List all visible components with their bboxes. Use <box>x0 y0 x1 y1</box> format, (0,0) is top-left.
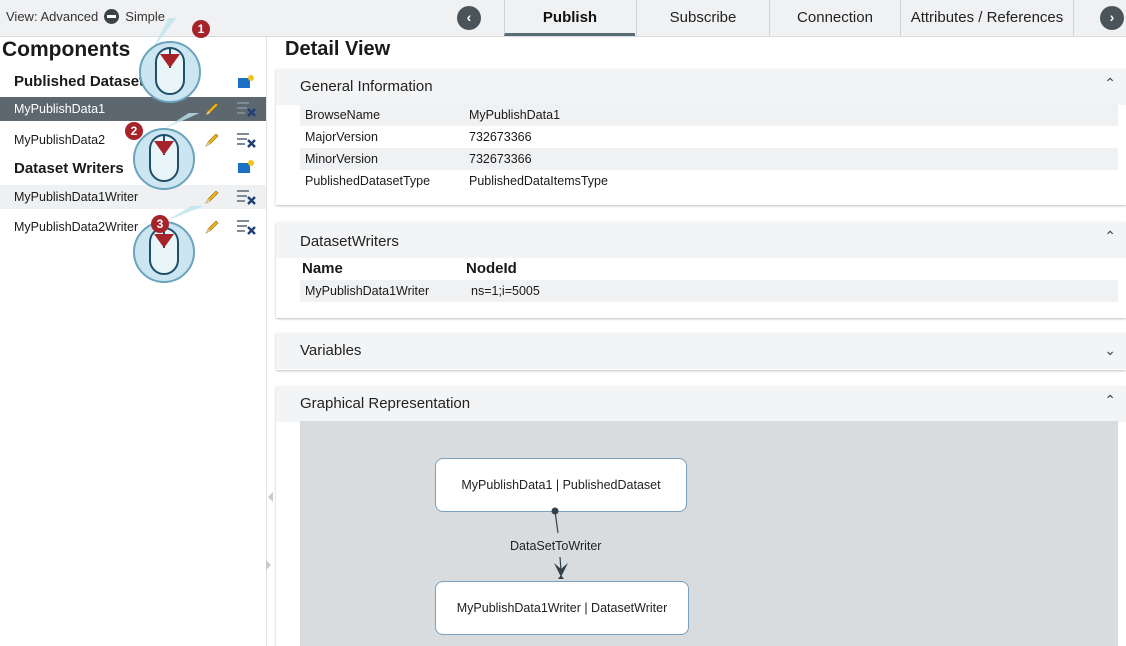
variables-header[interactable]: Variables ⌄ <box>276 333 1126 369</box>
graphical-representation-header[interactable]: Graphical Representation ⌃ <box>276 386 1126 422</box>
property-row: PublishedDatasetType PublishedDataItemsT… <box>300 170 1118 192</box>
tab-subscribe[interactable]: Subscribe <box>636 0 769 36</box>
writer-label: MyPublishData2Writer <box>14 220 139 234</box>
callout-number-badge: 2 <box>125 122 143 140</box>
property-key: MinorVersion <box>305 152 378 166</box>
tab-publish[interactable]: Publish <box>504 0 635 36</box>
chevron-up-icon[interactable]: ⌃ <box>1104 392 1116 409</box>
add-writer-icon[interactable] <box>238 160 254 174</box>
collapse-left-arrow-icon[interactable] <box>268 492 273 502</box>
column-header-name: Name <box>302 260 343 277</box>
components-title: Components <box>2 38 131 61</box>
section-title: General Information <box>300 78 433 95</box>
chevron-up-icon[interactable]: ⌃ <box>1104 228 1116 245</box>
expand-right-arrow-icon[interactable] <box>266 560 271 570</box>
dataset-writers-section: DatasetWriters ⌃ Name NodeId MyPublishDa… <box>276 222 1126 318</box>
callout-number-badge: 3 <box>151 215 169 233</box>
tabs-prev-button[interactable]: ‹ <box>457 6 481 30</box>
column-header-nodeid: NodeId <box>466 260 517 277</box>
section-title: Variables <box>300 342 362 359</box>
property-value: PublishedDataItemsType <box>469 174 608 188</box>
graph-node-dataset[interactable]: MyPublishData1 | PublishedDataset <box>435 458 687 512</box>
property-value: 732673366 <box>469 152 532 166</box>
dataset-writers-title: Dataset Writers <box>14 160 124 177</box>
graph-edge-label: DataSetToWriter <box>510 539 602 553</box>
writer-name: MyPublishData1Writer <box>305 284 430 298</box>
detail-view-title: Detail View <box>285 38 391 60</box>
graph-node-writer[interactable]: MyPublishData1Writer | DatasetWriter <box>435 581 689 635</box>
graph-canvas[interactable]: MyPublishData1 | PublishedDataset DataSe… <box>300 421 1118 646</box>
tab-divider <box>1073 0 1074 36</box>
general-information-header[interactable]: General Information ⌃ <box>276 69 1126 105</box>
view-advanced-label: View: Advanced <box>6 9 99 24</box>
section-title: DatasetWriters <box>300 233 399 250</box>
delete-icon[interactable] <box>236 188 258 206</box>
delete-icon[interactable] <box>236 218 258 236</box>
delete-icon[interactable] <box>236 131 258 149</box>
dataset-label: MyPublishData2 <box>14 133 106 147</box>
tabs-next-button[interactable]: › <box>1100 6 1124 30</box>
property-value: 732673366 <box>469 130 532 144</box>
callout-number-badge: 1 <box>192 20 210 38</box>
view-switch-icon[interactable] <box>104 9 120 24</box>
callout-mouse-icon <box>133 206 204 283</box>
property-key: MajorVersion <box>305 130 378 144</box>
dataset-label: MyPublishData1 <box>14 102 106 116</box>
general-information-section: General Information ⌃ BrowseName MyPubli… <box>276 69 1126 205</box>
add-dataset-icon[interactable] <box>238 75 254 89</box>
writer-nodeid: ns=1;i=5005 <box>471 284 540 298</box>
detail-view-panel: Detail View General Information ⌃ Browse… <box>276 37 1126 646</box>
property-key: BrowseName <box>305 108 381 122</box>
chevron-up-icon[interactable]: ⌃ <box>1104 75 1116 92</box>
property-key: PublishedDatasetType <box>305 174 431 188</box>
tab-connection[interactable]: Connection <box>769 0 900 36</box>
property-row: MinorVersion 732673366 <box>300 148 1118 170</box>
property-value: MyPublishData1 <box>469 108 561 122</box>
table-row: MyPublishData1Writer ns=1;i=5005 <box>300 280 1118 302</box>
section-title: Graphical Representation <box>300 395 471 412</box>
tab-attributes-references[interactable]: Attributes / References <box>900 0 1073 36</box>
property-row: BrowseName MyPublishData1 <box>300 104 1118 126</box>
dataset-writers-header[interactable]: DatasetWriters ⌃ <box>276 222 1126 258</box>
delete-icon[interactable] <box>236 100 258 118</box>
variables-section: Variables ⌄ <box>276 333 1126 370</box>
chevron-down-icon[interactable]: ⌄ <box>1104 342 1116 359</box>
property-row: MajorVersion 732673366 <box>300 126 1118 148</box>
writer-label: MyPublishData1Writer <box>14 190 139 204</box>
